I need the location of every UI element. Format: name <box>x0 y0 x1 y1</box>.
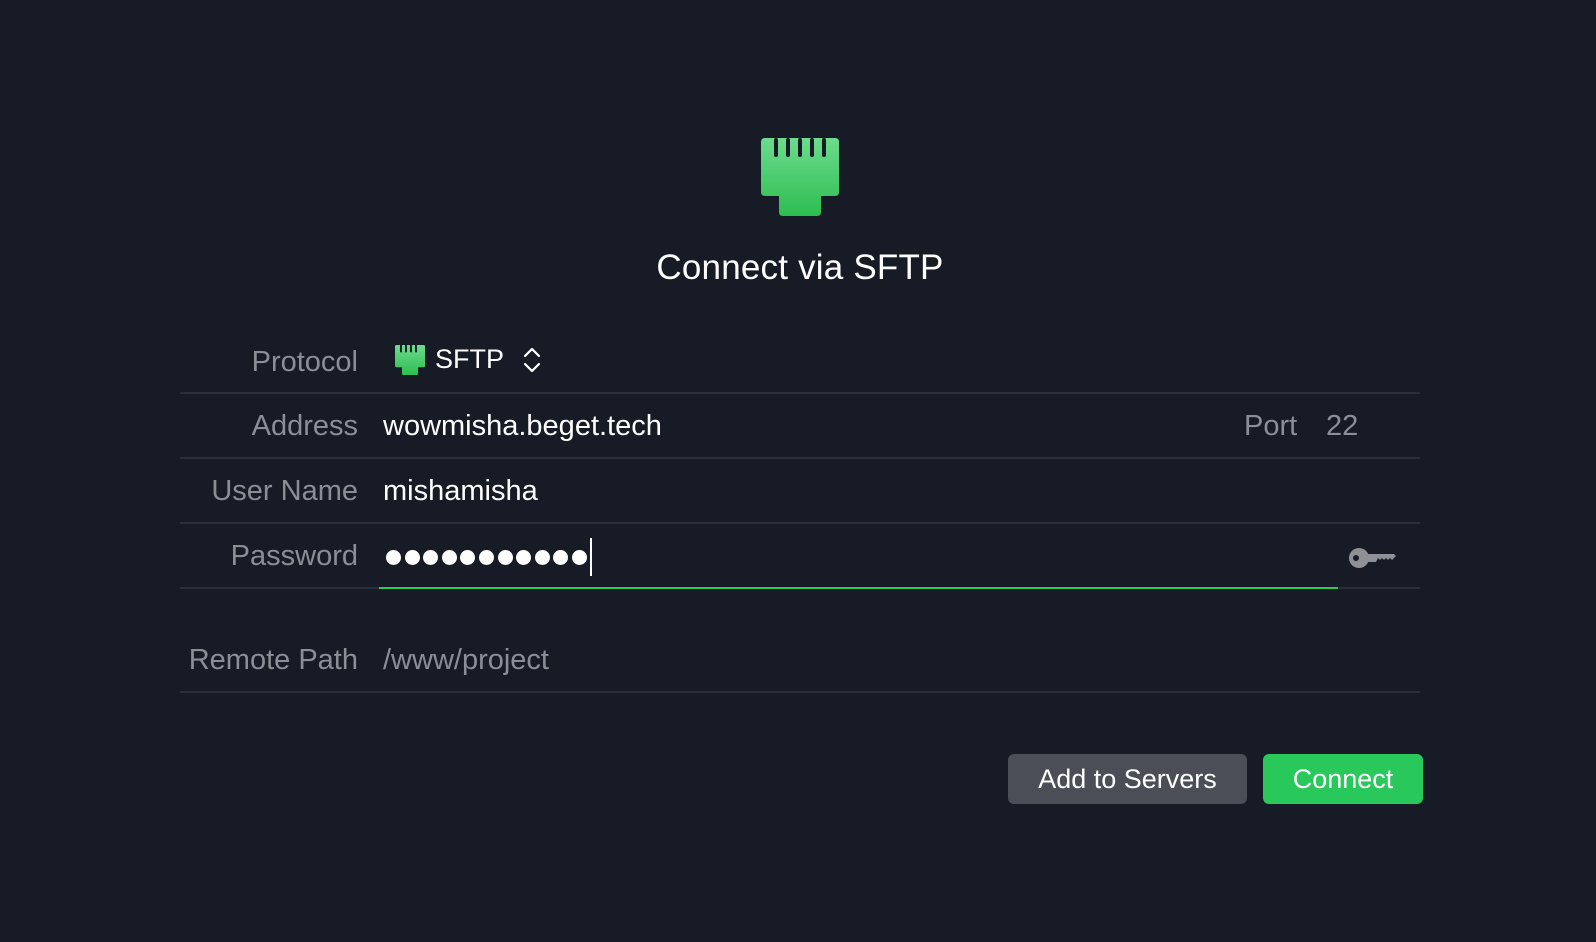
password-label: Password <box>230 540 358 572</box>
address-row: Address Port <box>180 394 1420 459</box>
ethernet-port-icon <box>761 138 839 216</box>
protocol-label: Protocol <box>251 346 358 378</box>
address-label: Address <box>251 410 358 442</box>
port-label: Port <box>1244 410 1298 442</box>
password-mask-dot <box>423 549 439 565</box>
password-mask-dot <box>553 549 569 565</box>
protocol-select[interactable]: SFTP <box>395 344 542 375</box>
connect-button[interactable]: Connect <box>1263 754 1423 804</box>
password-mask-dot <box>386 549 401 565</box>
password-mask-dot <box>441 549 457 565</box>
password-mask-dot <box>404 549 420 565</box>
password-row: Password <box>180 524 1420 589</box>
password-mask-dot <box>534 549 550 565</box>
port-input[interactable] <box>1326 410 1386 443</box>
password-mask-dot <box>478 549 494 565</box>
username-row: User Name <box>180 459 1420 524</box>
protocol-value: SFTP <box>435 344 505 374</box>
add-to-servers-button[interactable]: Add to Servers <box>1008 754 1247 804</box>
username-label: User Name <box>211 475 358 507</box>
password-mask-dot <box>571 549 587 565</box>
password-input[interactable] <box>386 538 592 576</box>
key-icon[interactable] <box>1348 546 1396 570</box>
password-focus-indicator <box>379 587 1338 589</box>
address-input[interactable] <box>383 410 1203 443</box>
remote-path-label: Remote Path <box>188 644 358 676</box>
username-input[interactable] <box>383 475 1333 508</box>
connection-form: Protocol SFTP Address Port <box>180 330 1420 693</box>
protocol-row: Protocol SFTP <box>180 330 1420 394</box>
text-caret <box>589 538 592 576</box>
remote-path-row: Remote Path <box>180 628 1420 693</box>
chevron-up-down-icon <box>523 347 541 372</box>
password-mask-dot <box>460 549 476 565</box>
password-mask-dot <box>497 549 513 565</box>
sftp-connect-dialog: Connect via SFTP Protocol SFTP Address w… <box>0 0 1596 942</box>
ethernet-port-icon <box>395 344 425 375</box>
dialog-title: Connect via SFTP <box>656 248 944 287</box>
password-mask-dot <box>516 549 532 565</box>
remote-path-input[interactable] <box>383 644 1333 677</box>
